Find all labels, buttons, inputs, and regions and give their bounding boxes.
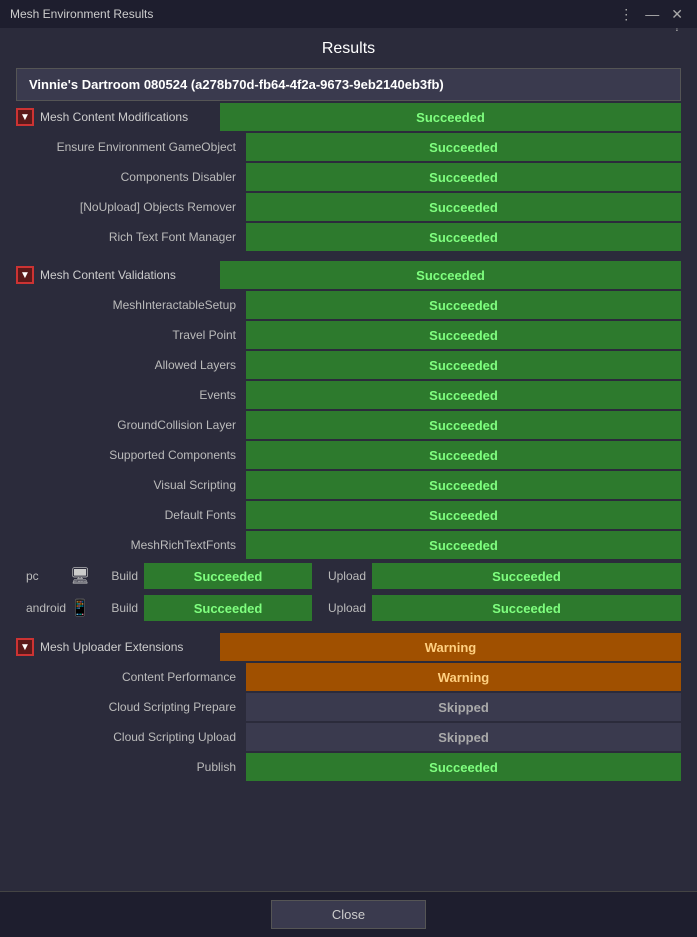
pc-upload-status: Succeeded (372, 563, 681, 589)
table-row: Cloud Scripting Upload Skipped (16, 723, 681, 751)
row-status: Succeeded (246, 193, 681, 221)
main-content: Results ? Vinnie's Dartroom 080524 (a278… (0, 28, 697, 799)
section-status-2: Warning (220, 633, 681, 661)
help-icon[interactable]: ? (673, 28, 681, 34)
table-row: Supported Components Succeeded (16, 441, 681, 469)
row-label: Publish (16, 760, 246, 774)
row-status: Succeeded (246, 501, 681, 529)
results-title: Results (16, 40, 681, 58)
row-status: Succeeded (246, 411, 681, 439)
section-toggle-1[interactable]: ▼ (16, 266, 34, 284)
row-label: Components Disabler (16, 170, 246, 184)
build-label: Build (94, 601, 144, 615)
section-title-1: Mesh Content Validations (40, 268, 220, 282)
env-header: Vinnie's Dartroom 080524 (a278b70d-fb64-… (16, 68, 681, 101)
table-row: MeshRichTextFonts Succeeded (16, 531, 681, 559)
row-label: Visual Scripting (16, 478, 246, 492)
row-status: Succeeded (246, 351, 681, 379)
android-upload-status: Succeeded (372, 595, 681, 621)
title-bar: Mesh Environment Results ⋮ — ✕ (0, 0, 697, 28)
section-title-2: Mesh Uploader Extensions (40, 640, 220, 654)
table-row: Cloud Scripting Prepare Skipped (16, 693, 681, 721)
section-toggle-0[interactable]: ▼ (16, 108, 34, 126)
monitor-icon: 🖥 (66, 566, 94, 586)
table-row: [NoUpload] Objects Remover Succeeded (16, 193, 681, 221)
table-row: Default Fonts Succeeded (16, 501, 681, 529)
row-status: Succeeded (246, 531, 681, 559)
section-mesh-content-validations: ▼ Mesh Content Validations Succeeded Mes… (16, 261, 681, 623)
row-label: Ensure Environment GameObject (16, 140, 246, 154)
section-title-0: Mesh Content Modifications (40, 110, 220, 124)
row-label: Default Fonts (16, 508, 246, 522)
row-label: Travel Point (16, 328, 246, 342)
row-status: Succeeded (246, 753, 681, 781)
section-status-0: Succeeded (220, 103, 681, 131)
close-button[interactable]: Close (271, 900, 426, 929)
row-label: [NoUpload] Objects Remover (16, 200, 246, 214)
row-label: Cloud Scripting Upload (16, 730, 246, 744)
row-label: Supported Components (16, 448, 246, 462)
row-status: Succeeded (246, 291, 681, 319)
build-upload-row-android: android 📱 Build Succeeded Upload Succeed… (16, 593, 681, 623)
platform-label-pc: pc (16, 569, 66, 583)
table-row: Rich Text Font Manager Succeeded (16, 223, 681, 251)
row-status: Succeeded (246, 381, 681, 409)
table-row: GroundCollision Layer Succeeded (16, 411, 681, 439)
row-label: Allowed Layers (16, 358, 246, 372)
more-options-button[interactable]: ⋮ (615, 6, 637, 23)
table-row: Content Performance Warning (16, 663, 681, 691)
row-label: MeshInteractableSetup (16, 298, 246, 312)
android-build-status: Succeeded (144, 595, 312, 621)
table-row: MeshInteractableSetup Succeeded (16, 291, 681, 319)
row-status: Succeeded (246, 133, 681, 161)
section-mesh-uploader-extensions: ▼ Mesh Uploader Extensions Warning Conte… (16, 633, 681, 781)
row-status: Succeeded (246, 223, 681, 251)
table-row: Allowed Layers Succeeded (16, 351, 681, 379)
row-status: Skipped (246, 693, 681, 721)
table-row: Travel Point Succeeded (16, 321, 681, 349)
row-label: Rich Text Font Manager (16, 230, 246, 244)
row-label: Content Performance (16, 670, 246, 684)
table-row: Components Disabler Succeeded (16, 163, 681, 191)
pc-build-status: Succeeded (144, 563, 312, 589)
title-bar-title: Mesh Environment Results (10, 7, 153, 21)
table-row: Ensure Environment GameObject Succeeded (16, 133, 681, 161)
build-upload-row-pc: pc 🖥 Build Succeeded Upload Succeeded (16, 561, 681, 591)
android-icon: 📱 (66, 598, 94, 618)
platform-label-android: android (16, 601, 66, 615)
upload-label: Upload (312, 569, 372, 583)
close-bar: Close (0, 891, 697, 937)
row-status: Succeeded (246, 441, 681, 469)
row-status: Succeeded (246, 163, 681, 191)
main-scroll-area: Results ? Vinnie's Dartroom 080524 (a278… (0, 28, 697, 849)
row-status: Warning (246, 663, 681, 691)
upload-label: Upload (312, 601, 372, 615)
minimize-button[interactable]: — (641, 6, 663, 23)
row-status: Skipped (246, 723, 681, 751)
row-status: Succeeded (246, 321, 681, 349)
row-label: MeshRichTextFonts (16, 538, 246, 552)
section-mesh-content-modifications: ▼ Mesh Content Modifications Succeeded E… (16, 103, 681, 251)
row-label: Events (16, 388, 246, 402)
close-window-button[interactable]: ✕ (667, 6, 687, 23)
row-label: GroundCollision Layer (16, 418, 246, 432)
build-label: Build (94, 569, 144, 583)
table-row: Publish Succeeded (16, 753, 681, 781)
row-label: Cloud Scripting Prepare (16, 700, 246, 714)
section-status-1: Succeeded (220, 261, 681, 289)
row-status: Succeeded (246, 471, 681, 499)
section-toggle-2[interactable]: ▼ (16, 638, 34, 656)
table-row: Events Succeeded (16, 381, 681, 409)
table-row: Visual Scripting Succeeded (16, 471, 681, 499)
